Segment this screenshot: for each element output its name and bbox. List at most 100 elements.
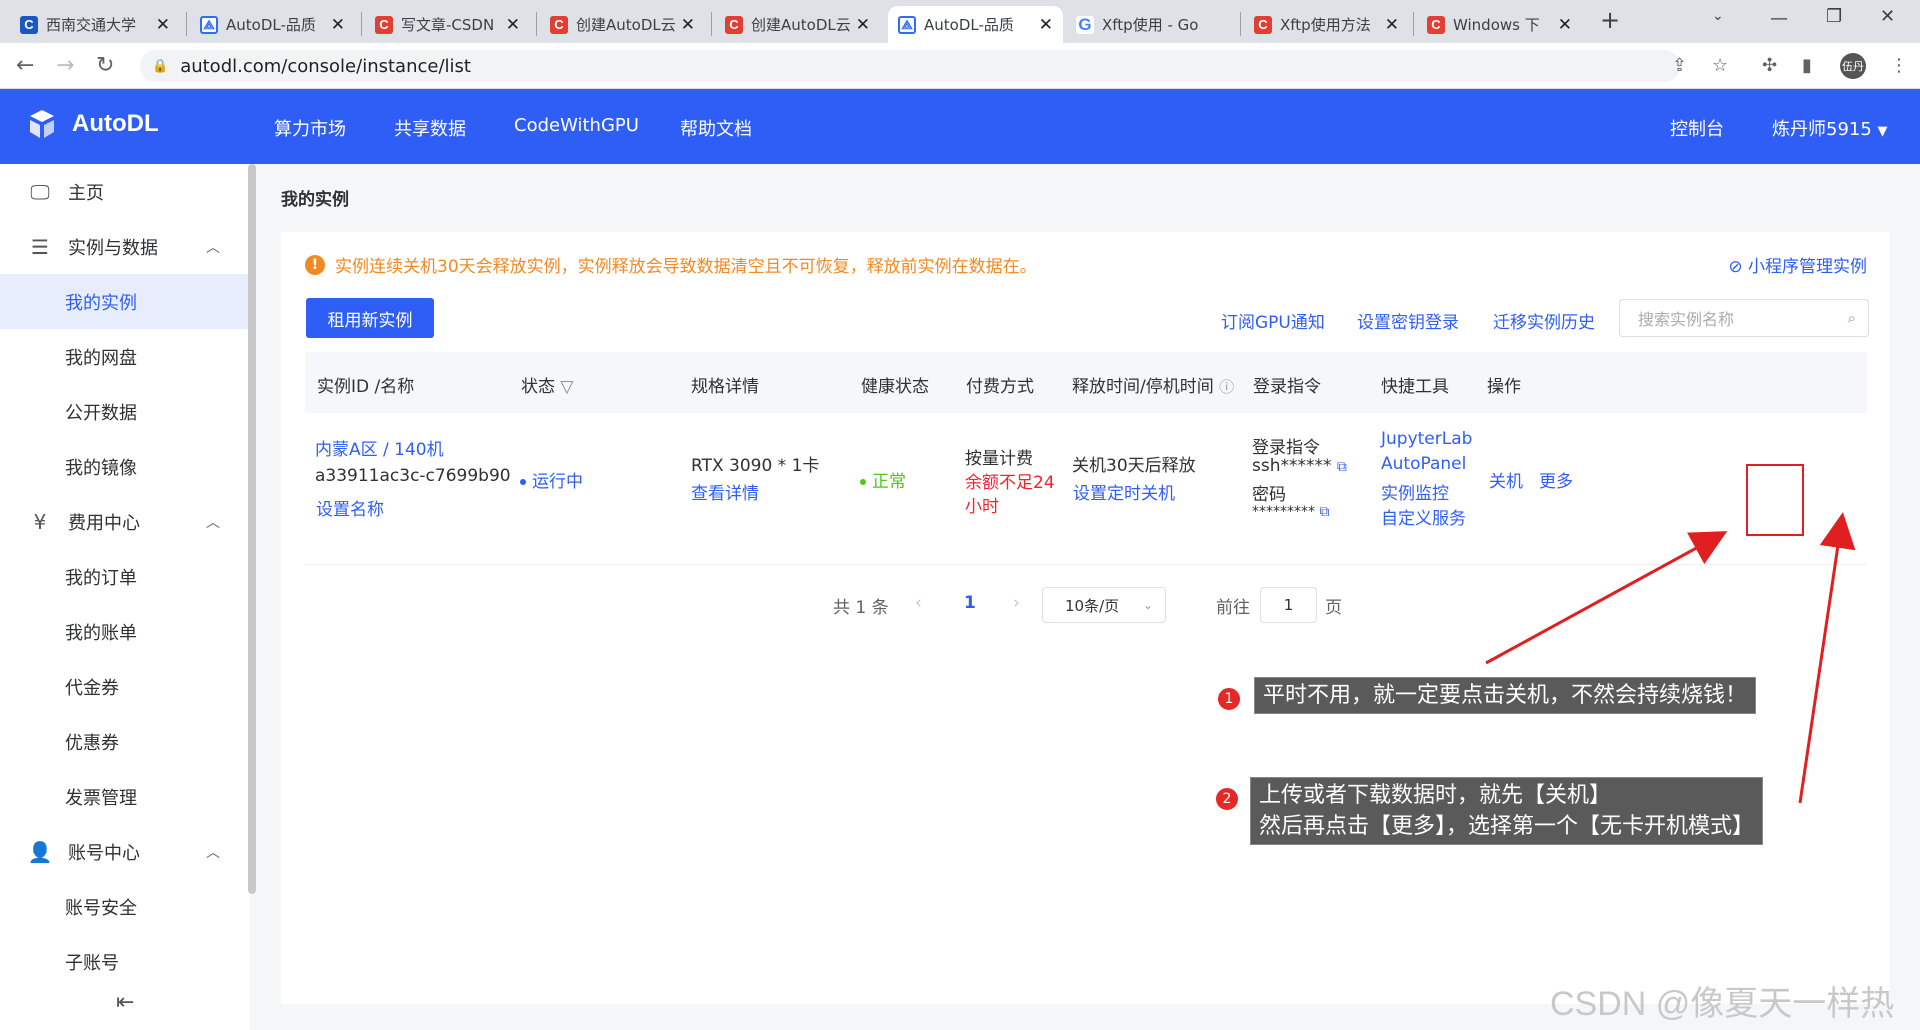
nav-compute-market[interactable]: 算力市场 [274, 115, 346, 141]
sidebar-scrollbar[interactable] [248, 164, 256, 894]
bookmark-star-icon[interactable]: ☆ [1712, 55, 1728, 76]
browser-tab[interactable]: C 写文章-CSDN ✕ [365, 6, 530, 43]
reload-icon[interactable]: ↻ [96, 53, 114, 78]
sidebar-item-label: 子账号 [65, 952, 119, 974]
extensions-icon[interactable]: ✣ [1762, 55, 1777, 76]
set-key-login-link[interactable]: 设置密钥登录 [1357, 308, 1459, 333]
page-size-select[interactable]: 10条/页 ⌄ [1042, 587, 1166, 623]
shutdown-button[interactable]: 关机 [1489, 467, 1523, 492]
subscribe-gpu-link[interactable]: 订阅GPU通知 [1221, 308, 1325, 333]
sidebar-item-bills[interactable]: 我的账单 [0, 604, 248, 659]
filter-icon[interactable]: ▽ [560, 377, 573, 397]
mini-program-link[interactable]: ⊘ 小程序管理实例 [1728, 252, 1867, 277]
search-icon: ⌕ [1847, 309, 1856, 327]
sidepanel-icon[interactable]: ▮ [1802, 55, 1812, 76]
nav-help-docs[interactable]: 帮助文档 [680, 115, 752, 141]
restore-icon[interactable]: ❐ [1826, 6, 1842, 27]
browser-tab[interactable]: C Xftp使用方法 ✕ [1244, 6, 1409, 43]
tab-title: AutoDL-品质 [924, 16, 1014, 34]
copy-icon[interactable]: ⧉ [1319, 504, 1329, 520]
sidebar-item-vouchers[interactable]: 代金券 [0, 659, 248, 714]
sidebar-item-my-instances[interactable]: 我的实例 [0, 274, 248, 329]
collapse-sidebar-icon[interactable]: ⇤ [116, 990, 134, 1015]
help-icon[interactable]: ⓘ [1219, 378, 1234, 396]
close-icon[interactable]: ✕ [1385, 15, 1399, 35]
close-icon[interactable]: ✕ [331, 15, 345, 35]
sidebar-item-label: 发票管理 [65, 787, 137, 809]
spec-detail-link[interactable]: 查看详情 [691, 479, 759, 504]
tool-jupyterlab[interactable]: JupyterLab [1381, 429, 1472, 449]
tab-title: 写文章-CSDN [401, 16, 495, 34]
sidebar-item-invoices[interactable]: 发票管理 [0, 769, 248, 824]
close-icon[interactable]: ✕ [1558, 15, 1572, 35]
browser-tab[interactable]: C 西南交通大学 ✕ [10, 6, 180, 43]
instance-region-link[interactable]: 内蒙A区 / 140机 [315, 435, 444, 460]
sidebar-item-sub-accounts[interactable]: 子账号 [0, 934, 248, 989]
browser-tab[interactable]: G Xftp使用 - Go [1066, 6, 1236, 43]
back-icon[interactable]: ← [16, 53, 34, 78]
browser-tab[interactable]: C Windows 下 ✕ [1417, 6, 1582, 43]
sidebar-item-home[interactable]: 🖵 主页 [0, 164, 248, 219]
sidebar-item-billing-center[interactable]: ¥ 费用中心 ︿ [0, 494, 248, 549]
sidebar-item-my-disk[interactable]: 我的网盘 [0, 329, 248, 384]
tool-custom-service[interactable]: 自定义服务 [1381, 504, 1466, 529]
search-input[interactable]: 搜索实例名称 ⌕ [1619, 299, 1869, 337]
close-icon[interactable]: ✕ [506, 15, 520, 35]
sidebar-item-label: 我的订单 [65, 567, 137, 589]
profile-avatar[interactable]: 伍丹 [1840, 53, 1866, 79]
browser-tab[interactable]: C 创建AutoDL云 ✕ [715, 6, 880, 43]
rent-new-instance-button[interactable]: 租用新实例 [306, 298, 434, 338]
close-icon[interactable]: ✕ [681, 15, 695, 35]
copy-icon[interactable]: ⧉ [1337, 459, 1347, 475]
goto-page-input[interactable]: 1 [1260, 587, 1317, 623]
sidebar-item-label: 账号中心 [68, 842, 140, 864]
sidebar-item-account-security[interactable]: 账号安全 [0, 879, 248, 934]
tool-monitor[interactable]: 实例监控 [1381, 479, 1449, 504]
username: 炼丹师5915 [1772, 119, 1872, 140]
new-tab-button[interactable]: + [1600, 6, 1620, 34]
sidebar-item-instances-data[interactable]: ☰ 实例与数据 ︿ [0, 219, 248, 274]
share-icon[interactable]: ⇪ [1672, 55, 1687, 76]
browser-tab[interactable]: ⟁ AutoDL-品质 ✕ [190, 6, 355, 43]
tab-title: 创建AutoDL云 [751, 16, 850, 34]
page-unit: 页 [1325, 598, 1342, 618]
page-number[interactable]: 1 [964, 593, 976, 613]
browser-tab-active[interactable]: ⟁ AutoDL-品质 ✕ [888, 6, 1063, 43]
close-window-icon[interactable]: ✕ [1880, 6, 1895, 27]
sidebar-item-orders[interactable]: 我的订单 [0, 549, 248, 604]
password-label: 密码 [1252, 485, 1286, 505]
set-shutdown-link[interactable]: 设置定时关机 [1073, 479, 1175, 504]
sidebar-item-account-center[interactable]: 👤 账号中心 ︿ [0, 824, 248, 879]
sidebar-item-public-data[interactable]: 公开数据 [0, 384, 248, 439]
col-status[interactable]: 状态 ▽ [521, 372, 573, 397]
close-icon[interactable]: ✕ [1039, 15, 1053, 35]
sidebar-item-coupons[interactable]: 优惠券 [0, 714, 248, 769]
close-icon[interactable]: ✕ [856, 15, 870, 35]
health-text: 正常 [872, 472, 906, 492]
warning-banner: ! 实例连续关机30天会释放实例，实例释放会导致数据清空且不可恢复，释放前实例在数… [305, 252, 1037, 277]
set-name-link[interactable]: 设置名称 [316, 495, 384, 520]
menu-icon[interactable]: ⋮ [1890, 55, 1908, 76]
nav-codewithgpu[interactable]: CodeWithGPU [514, 115, 639, 136]
migration-history-link[interactable]: 迁移实例历史 [1493, 308, 1595, 333]
browser-tab[interactable]: C 创建AutoDL云 ✕ [540, 6, 705, 43]
mini-program-label: 小程序管理实例 [1748, 257, 1867, 277]
nav-shared-data[interactable]: 共享数据 [394, 115, 466, 141]
balance-warning: 余额不足24 [965, 473, 1055, 493]
tab-search-icon[interactable]: ⌄ [1712, 8, 1724, 24]
more-button[interactable]: 更多 [1539, 467, 1573, 492]
billing-type: 按量计费 [965, 449, 1033, 469]
nav-console[interactable]: 控制台 [1670, 115, 1724, 141]
health-badge: 正常 [860, 467, 906, 492]
minimize-icon[interactable]: — [1770, 8, 1788, 29]
logo[interactable]: AutoDL [24, 106, 159, 142]
url-field[interactable]: 🔒 autodl.com/console/instance/list [140, 50, 1680, 82]
tool-autopanel[interactable]: AutoPanel [1381, 454, 1466, 474]
prev-page-icon[interactable]: ‹ [915, 593, 922, 613]
next-page-icon[interactable]: › [1013, 593, 1020, 613]
close-icon[interactable]: ✕ [156, 15, 170, 35]
sidebar-item-my-images[interactable]: 我的镜像 [0, 439, 248, 494]
forward-icon[interactable]: → [56, 53, 74, 78]
sidebar-item-label: 我的实例 [65, 292, 137, 314]
user-menu[interactable]: 炼丹师5915 ▼ [1772, 115, 1888, 141]
